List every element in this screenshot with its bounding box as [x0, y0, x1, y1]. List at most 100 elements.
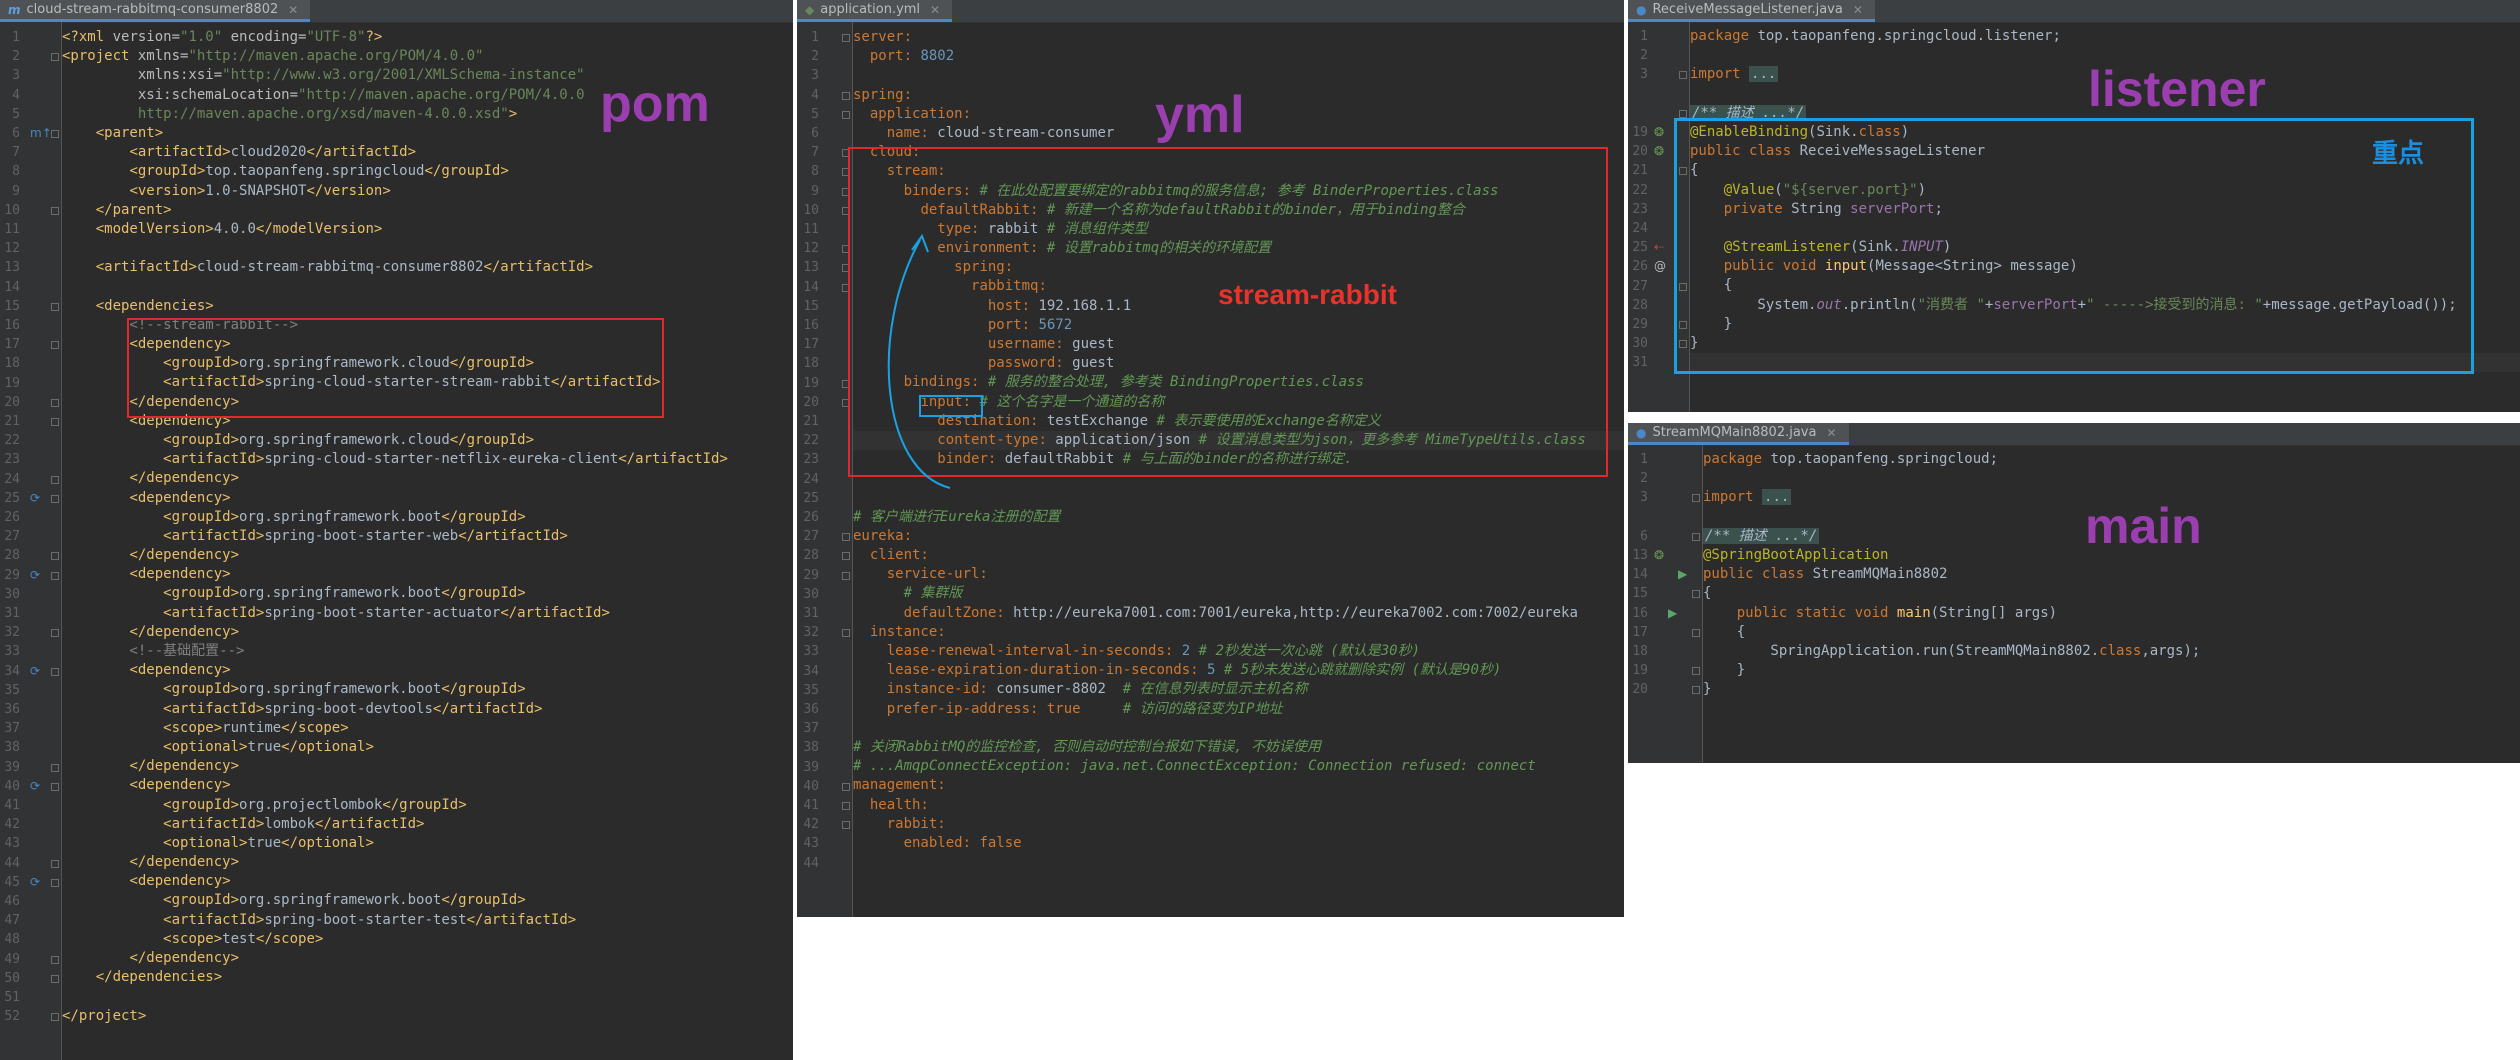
code-line[interactable]: <dependency>	[62, 776, 793, 795]
code-line[interactable]: </project>	[62, 1007, 793, 1026]
code-line[interactable]: rabbit:	[853, 815, 1624, 834]
code-line[interactable]	[853, 853, 1624, 872]
code-line[interactable]: public static void main(String[] args)	[1703, 604, 2520, 623]
code-line[interactable]	[62, 277, 793, 296]
fold-marker-icon[interactable]	[1692, 532, 1700, 541]
code-line[interactable]: lease-expiration-duration-in-seconds: 5 …	[853, 661, 1624, 680]
code-line[interactable]: <groupId>org.projectlombok</groupId>	[62, 796, 793, 815]
close-icon[interactable]: ✕	[1826, 426, 1836, 440]
code-line[interactable]: <groupId>org.springframework.boot</group…	[62, 584, 793, 603]
code-line[interactable]: </dependencies>	[62, 968, 793, 987]
code-line[interactable]: # 关闭RabbitMQ的监控检查, 否则启动时控制台报如下错误, 不妨误使用	[853, 738, 1624, 757]
code-line[interactable]: <modelVersion>4.0.0</modelVersion>	[62, 220, 793, 239]
code-line[interactable]: # 集群版	[853, 584, 1624, 603]
listener-editor-tab[interactable]: ● ReceiveMessageListener.java ✕	[1628, 0, 1875, 22]
code-line[interactable]: management:	[853, 776, 1624, 795]
fold-marker-icon[interactable]	[51, 859, 59, 868]
code-line[interactable]: <artifactId>spring-cloud-starter-netflix…	[62, 450, 793, 469]
fold-marker-icon[interactable]	[51, 667, 59, 676]
main-editor-tab[interactable]: ● StreamMQMain8802.java ✕	[1628, 423, 1849, 445]
code-line[interactable]: <artifactId>spring-boot-devtools</artifa…	[62, 700, 793, 719]
code-line[interactable]: client:	[853, 546, 1624, 565]
fold-marker-icon[interactable]	[51, 302, 59, 311]
fold-marker-icon[interactable]	[1692, 667, 1700, 676]
code-line[interactable]: lease-renewal-interval-in-seconds: 2 # 2…	[853, 642, 1624, 661]
spring-bean-icon[interactable]: ❂	[1654, 142, 1664, 161]
code-line[interactable]: </dependency>	[62, 853, 793, 872]
code-line[interactable]	[853, 719, 1624, 738]
code-line[interactable]: <artifactId>lombok</artifactId>	[62, 815, 793, 834]
code-line[interactable]: SpringApplication.run(StreamMQMain8802.c…	[1703, 642, 2520, 661]
fold-marker-icon[interactable]	[51, 974, 59, 983]
code-line[interactable]: health:	[853, 796, 1624, 815]
code-line[interactable]	[853, 489, 1624, 508]
fold-marker-icon[interactable]	[1679, 71, 1687, 80]
code-line[interactable]: <scope>runtime</scope>	[62, 719, 793, 738]
fold-marker-icon[interactable]	[51, 878, 59, 887]
code-line[interactable]	[62, 987, 793, 1006]
code-line[interactable]: enabled: false	[853, 834, 1624, 853]
fold-marker-icon[interactable]	[51, 1013, 59, 1022]
pom-code-area[interactable]: <?xml version="1.0" encoding="UTF-8"?> <p…	[62, 22, 793, 1060]
fold-marker-icon[interactable]	[51, 341, 59, 350]
code-line[interactable]: <artifactId>spring-boot-starter-actuator…	[62, 604, 793, 623]
fold-marker-icon[interactable]	[842, 629, 850, 638]
run-class-icon[interactable]: ▶	[1678, 565, 1687, 584]
code-line[interactable]: server:	[853, 28, 1624, 47]
code-line[interactable]: defaultZone: http://eureka7001.com:7001/…	[853, 604, 1624, 623]
code-line[interactable]: <dependency>	[62, 565, 793, 584]
code-line[interactable]: </parent>	[62, 201, 793, 220]
code-line[interactable]: <groupId>org.springframework.cloud</grou…	[62, 431, 793, 450]
code-line[interactable]: </dependency>	[62, 546, 793, 565]
fold-marker-icon[interactable]	[842, 110, 850, 119]
spring-bean-icon[interactable]: ❂	[1654, 123, 1664, 142]
code-line[interactable]: }	[1703, 661, 2520, 680]
code-line[interactable]	[62, 239, 793, 258]
fold-marker-icon[interactable]	[51, 494, 59, 503]
code-line[interactable]: <artifactId>spring-boot-starter-web</art…	[62, 527, 793, 546]
fold-marker-icon[interactable]	[842, 802, 850, 810]
code-line[interactable]: </dependency>	[62, 757, 793, 776]
maven-parent-icon[interactable]: m↑	[30, 124, 52, 143]
run-gutter-icon[interactable]: ⟳	[30, 662, 40, 681]
fold-marker-icon[interactable]	[1692, 590, 1700, 599]
fold-marker-icon[interactable]	[1692, 494, 1700, 503]
fold-marker-icon[interactable]	[51, 782, 59, 791]
fold-marker-icon[interactable]	[1692, 686, 1700, 695]
run-gutter-icon[interactable]: ⟳	[30, 777, 40, 796]
fold-marker-icon[interactable]	[842, 91, 850, 100]
fold-marker-icon[interactable]	[51, 206, 59, 215]
listener-method-icon[interactable]: @	[1654, 257, 1666, 276]
fold-marker-icon[interactable]	[51, 552, 59, 561]
yml-editor-tab[interactable]: ◆ application.yml ✕	[797, 0, 953, 22]
code-line[interactable]	[853, 66, 1624, 85]
spring-boot-icon[interactable]: ❂	[1654, 546, 1664, 565]
code-line[interactable]: prefer-ip-address: true # 访问的路径变为IP地址	[853, 700, 1624, 719]
code-line[interactable]: <dependency>	[62, 872, 793, 891]
code-line[interactable]: instance-id: consumer-8802 # 在信息列表时显示主机名…	[853, 680, 1624, 699]
code-line[interactable]: package top.taopanfeng.springcloud;	[1703, 450, 2520, 469]
fold-marker-icon[interactable]	[51, 53, 59, 62]
code-line[interactable]: }	[1703, 680, 2520, 699]
code-line[interactable]: eureka:	[853, 527, 1624, 546]
fold-marker-icon[interactable]	[842, 782, 850, 791]
fold-marker-icon[interactable]	[842, 821, 850, 830]
run-gutter-icon[interactable]: ⟳	[30, 873, 40, 892]
fold-marker-icon[interactable]	[51, 418, 59, 426]
code-line[interactable]: port: 8802	[853, 47, 1624, 66]
code-line[interactable]: <groupId>top.taopanfeng.springcloud</gro…	[62, 162, 793, 181]
code-line[interactable]: <dependency>	[62, 661, 793, 680]
run-gutter-icon[interactable]: ⟳	[30, 566, 40, 585]
code-line[interactable]: <project xmlns="http://maven.apache.org/…	[62, 47, 793, 66]
code-line[interactable]: <artifactId>spring-boot-starter-test</ar…	[62, 911, 793, 930]
code-line[interactable]: <version>1.0-SNAPSHOT</version>	[62, 182, 793, 201]
code-line[interactable]: {	[1703, 584, 2520, 603]
code-line[interactable]: <dependency>	[62, 489, 793, 508]
code-line[interactable]: # ...AmqpConnectException: java.net.Conn…	[853, 757, 1624, 776]
fold-marker-icon[interactable]	[1692, 628, 1700, 637]
run-gutter-icon[interactable]: ⟳	[30, 489, 40, 508]
code-line[interactable]: <artifactId>cloud-stream-rabbitmq-consum…	[62, 258, 793, 277]
code-line[interactable]: instance:	[853, 623, 1624, 642]
code-line[interactable]: <artifactId>cloud2020</artifactId>	[62, 143, 793, 162]
code-line[interactable]: {	[1703, 623, 2520, 642]
